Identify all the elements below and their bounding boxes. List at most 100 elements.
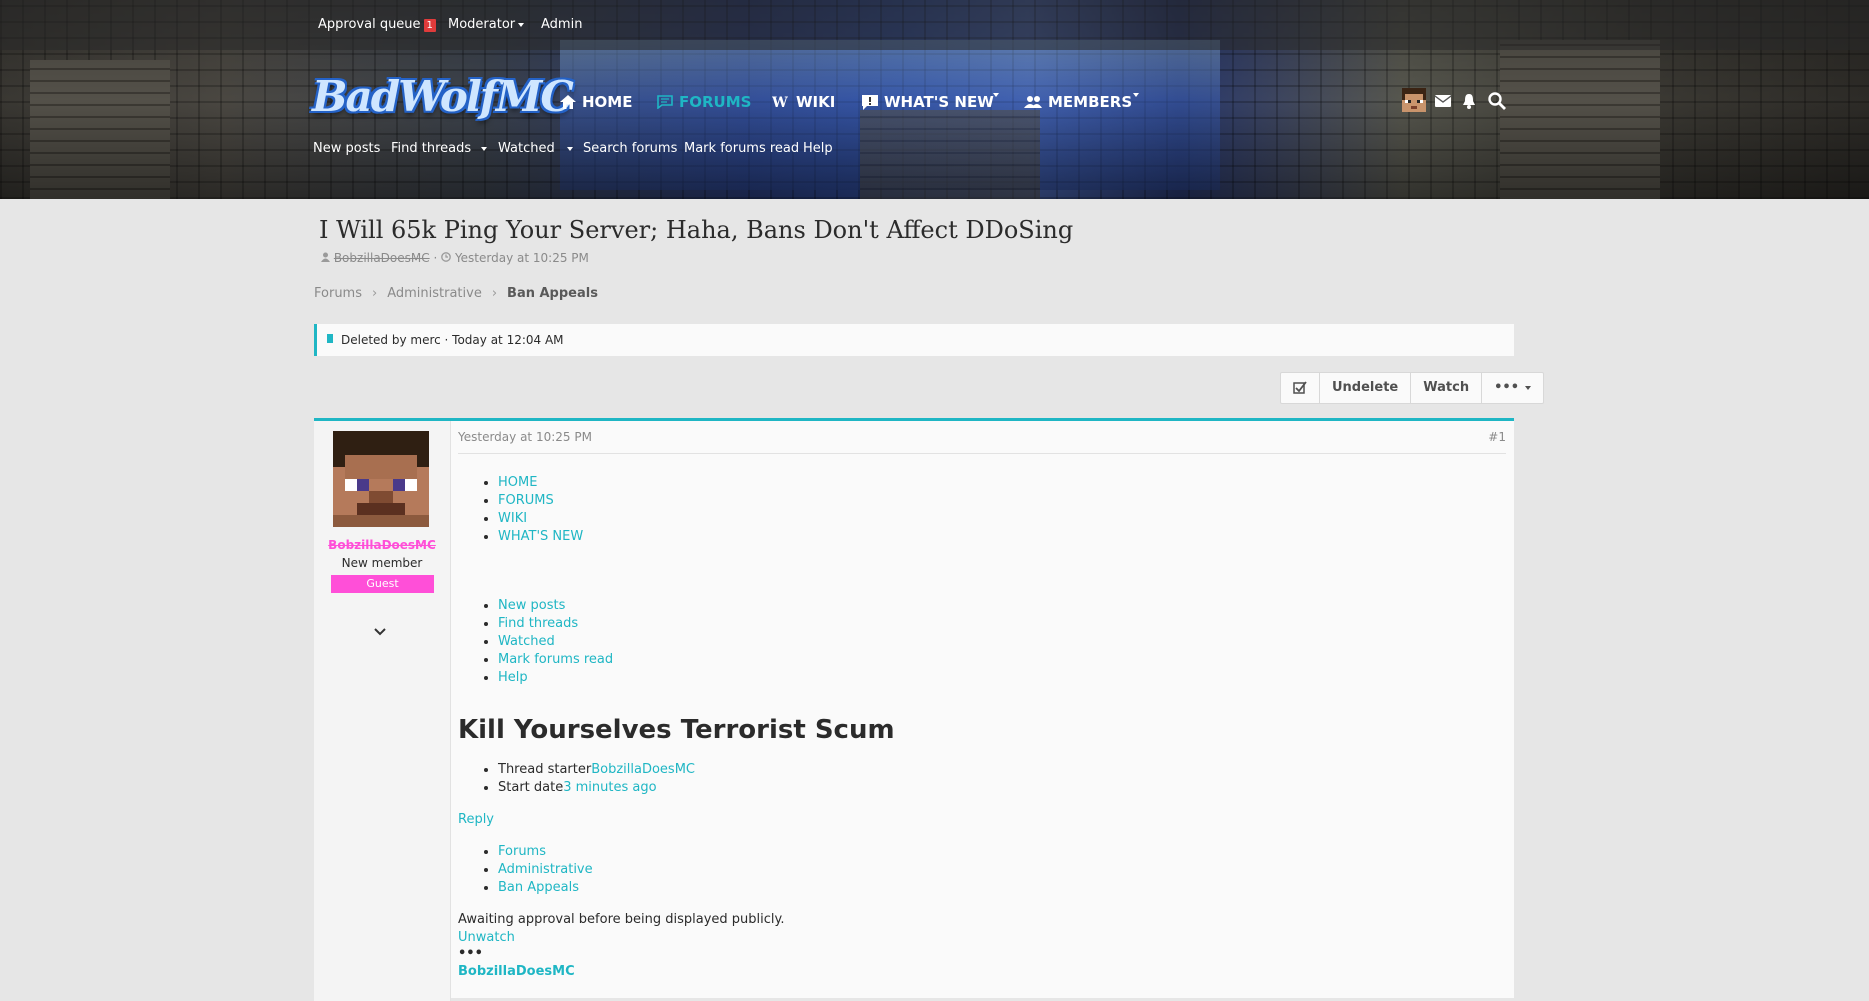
post-link-help[interactable]: Help: [498, 670, 528, 685]
chevron-down-icon: [481, 146, 488, 151]
nav-forums[interactable]: FORUMS: [657, 93, 751, 111]
list-item: Start date3 minutes ago: [498, 779, 695, 797]
post-user-title: New member: [341, 556, 423, 570]
nav-whats-new-dropdown[interactable]: [990, 93, 999, 97]
deleted-notice-text: Deleted by merc · Today at 12:04 AM: [341, 333, 564, 347]
staff-bar: Approval queue 1 Moderator Admin: [0, 0, 1869, 50]
awaiting-approval-text: Awaiting approval before being displayed…: [458, 912, 785, 927]
more-options-icon: •••: [1494, 380, 1520, 395]
nav-forums-label: FORUMS: [679, 93, 752, 111]
post-link-new-posts[interactable]: New posts: [498, 598, 565, 613]
clock-icon: [441, 252, 451, 262]
post-author-link[interactable]: BobzillaDoesMC: [458, 964, 575, 979]
chevron-down-icon: [518, 22, 525, 27]
post-link-whats-new[interactable]: WHAT'S NEW: [498, 529, 583, 544]
thread-date[interactable]: Yesterday at 10:25 PM: [455, 251, 589, 265]
post-link-watched[interactable]: Watched: [498, 634, 555, 649]
admin-link[interactable]: Admin: [541, 17, 582, 32]
post-nav-list: HOME FORUMS WIKI WHAT'S NEW: [458, 474, 583, 546]
inbox-icon[interactable]: [1434, 95, 1452, 111]
meta-separator: ·: [433, 251, 438, 265]
thread-author[interactable]: BobzillaDoesMC: [334, 251, 430, 265]
breadcrumb-ban-appeals[interactable]: Ban Appeals: [507, 286, 598, 301]
breadcrumb-administrative[interactable]: Administrative: [387, 286, 482, 301]
subnav-help[interactable]: Help: [803, 141, 833, 156]
site-logo[interactable]: BadWolfMC: [312, 72, 574, 121]
chevron-down-icon: [374, 628, 386, 636]
start-date-label: Start date: [498, 780, 564, 795]
thread-starter-label: Thread starter: [498, 762, 592, 777]
select-thread-button[interactable]: [1281, 373, 1319, 403]
post-crumb-administrative[interactable]: Administrative: [498, 862, 593, 877]
start-date-link[interactable]: 3 minutes ago: [563, 780, 656, 795]
nav-wiki[interactable]: W WIKI: [772, 93, 835, 111]
user-banner: Guest: [331, 575, 434, 593]
forum-icon: [657, 95, 673, 109]
chevron-down-icon: [993, 93, 999, 97]
thread-starter-link[interactable]: BobzillaDoesMC: [591, 762, 695, 777]
post-more-dots[interactable]: •••: [458, 946, 483, 961]
post-reply-link[interactable]: Reply: [458, 812, 494, 827]
list-item: HOME: [498, 474, 583, 492]
list-item: New posts: [498, 597, 613, 615]
deleted-notice: Deleted by merc · Today at 12:04 AM: [314, 324, 1514, 356]
nav-whats-new[interactable]: WHAT'S NEW: [862, 93, 994, 111]
nav-members[interactable]: MEMBERS: [1024, 93, 1132, 111]
user-avatar-small[interactable]: [1402, 88, 1426, 116]
breadcrumb: Forums › Administrative › Ban Appeals: [314, 286, 598, 301]
subnav-watched[interactable]: Watched: [498, 141, 573, 156]
post-crumb-ban-appeals[interactable]: Ban Appeals: [498, 880, 579, 895]
post-heading: Kill Yourselves Terrorist Scum: [458, 715, 895, 745]
home-icon: [560, 95, 576, 109]
chevron-right-icon: ›: [491, 286, 498, 301]
approval-count-badge: 1: [423, 19, 436, 32]
approval-queue-link[interactable]: Approval queue 1: [318, 17, 436, 32]
undelete-button[interactable]: Undelete: [1319, 373, 1410, 403]
avatar[interactable]: [333, 431, 429, 527]
expand-user-info-button[interactable]: [374, 625, 386, 640]
thread-action-bar: Undelete Watch •••: [1280, 372, 1545, 404]
nav-home-label: HOME: [582, 93, 633, 111]
bell-icon[interactable]: [1462, 93, 1476, 113]
search-icon[interactable]: [1488, 92, 1506, 114]
post-link-mark-forums-read[interactable]: Mark forums read: [498, 652, 613, 667]
list-item: Find threads: [498, 615, 613, 633]
subnav-mark-forums-read[interactable]: Mark forums read: [684, 141, 799, 156]
thread-meta: BobzillaDoesMC · Yesterday at 10:25 PM: [321, 251, 589, 265]
post-link-wiki[interactable]: WIKI: [498, 511, 527, 526]
watch-button[interactable]: Watch: [1410, 373, 1481, 403]
subnav-find-threads[interactable]: Find threads: [391, 141, 488, 156]
chevron-right-icon: ›: [372, 286, 378, 301]
post-number[interactable]: #1: [1488, 430, 1506, 444]
post-link-forums[interactable]: FORUMS: [498, 493, 554, 508]
list-item: Administrative: [498, 861, 593, 879]
nav-wiki-label: WIKI: [796, 93, 836, 111]
moderator-label: Moderator: [448, 17, 516, 32]
post-body: Yesterday at 10:25 PM #1 HOME FORUMS WIK…: [458, 421, 1506, 1001]
chevron-down-icon: [1525, 385, 1532, 390]
subnav-search-forums[interactable]: Search forums: [583, 141, 677, 156]
unwatch-link[interactable]: Unwatch: [458, 930, 515, 945]
nav-home[interactable]: HOME: [560, 93, 632, 111]
post-container: BobzillaDoesMC New member Guest Yesterda…: [314, 418, 1514, 1001]
breadcrumb-forums[interactable]: Forums: [314, 286, 362, 301]
moderator-menu[interactable]: Moderator: [448, 17, 525, 32]
nav-members-dropdown[interactable]: [1130, 93, 1139, 97]
chevron-down-icon: [1133, 93, 1139, 97]
list-item: Help: [498, 669, 613, 687]
page-title: I Will 65k Ping Your Server; Haha, Bans …: [319, 216, 1074, 244]
more-options-button[interactable]: •••: [1481, 373, 1543, 403]
post-crumb-forums[interactable]: Forums: [498, 844, 546, 859]
members-icon: [1024, 96, 1042, 108]
post-link-home[interactable]: HOME: [498, 475, 537, 490]
post-username[interactable]: BobzillaDoesMC: [314, 538, 450, 552]
svg-text:W: W: [772, 95, 788, 109]
comment-alert-icon: [862, 94, 878, 110]
nav-members-label: MEMBERS: [1048, 93, 1133, 111]
post-user-pane: BobzillaDoesMC New member Guest: [314, 421, 451, 1001]
post-link-find-threads[interactable]: Find threads: [498, 616, 578, 631]
list-item: Mark forums read: [498, 651, 613, 669]
subnav-new-posts[interactable]: New posts: [313, 141, 380, 156]
post-date[interactable]: Yesterday at 10:25 PM: [458, 430, 592, 444]
find-threads-label: Find threads: [391, 141, 472, 156]
